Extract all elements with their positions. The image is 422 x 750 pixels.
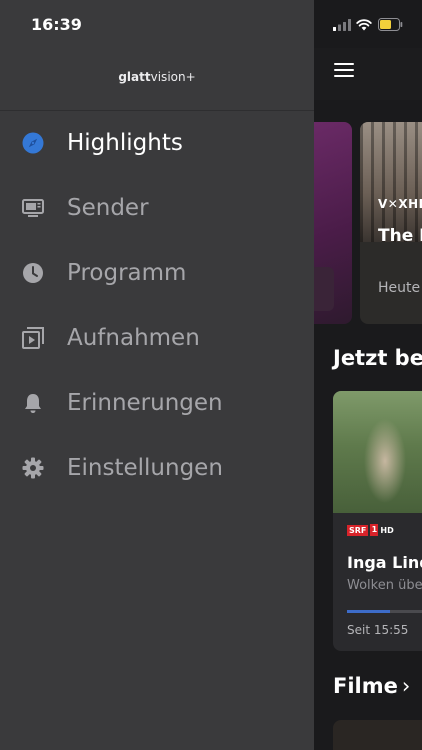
- hero-card-previous-overlay: [314, 267, 334, 311]
- hamburger-menu-icon[interactable]: [334, 63, 354, 79]
- chevron-right-icon: ›: [401, 674, 411, 698]
- progress-bar: [347, 610, 422, 613]
- section-title-films[interactable]: Filme ›: [333, 674, 410, 698]
- now-playing-card[interactable]: SRF 1 HD Inga Lind Wolken übe Seit 15:55: [333, 391, 422, 651]
- app-logo-part: glatt: [118, 70, 151, 84]
- clock-icon: [23, 263, 43, 283]
- channel-logo-part: 1: [370, 524, 379, 536]
- menu-item-label: Aufnahmen: [67, 325, 200, 351]
- channel-logo: V✕XHD: [378, 197, 422, 211]
- menu-item-label: Einstellungen: [67, 455, 223, 481]
- menu-item-erinnerungen[interactable]: Erinnerungen: [0, 375, 314, 431]
- tv-icon: [22, 199, 44, 217]
- now-playing-subtitle: Wolken übe: [347, 578, 422, 593]
- cellular-signal-icon: [333, 19, 351, 31]
- app-logo-part: vision+: [150, 70, 196, 84]
- background-app: V✕XHD The B Heute Jetzt be SRF 1 HD Inga…: [314, 0, 422, 750]
- menu-item-aufnahmen[interactable]: Aufnahmen: [0, 310, 314, 366]
- bell-icon: [25, 394, 41, 413]
- channel-logo-part: SRF: [347, 524, 369, 536]
- compass-icon: [22, 132, 44, 154]
- menu-item-sender[interactable]: Sender: [0, 180, 314, 236]
- progress-bar-fill: [347, 610, 391, 613]
- channel-logo-part: HD: [380, 525, 394, 535]
- menu-item-einstellungen[interactable]: Einstellungen: [0, 440, 314, 496]
- hero-card-time: Heute: [378, 280, 421, 296]
- menu-item-label: Highlights: [67, 130, 183, 156]
- recording-icon: [22, 327, 44, 349]
- now-playing-time: Seit 15:55: [347, 623, 409, 637]
- now-playing-thumbnail: [333, 391, 422, 513]
- gear-icon: [22, 457, 44, 479]
- navigation-drawer: glattvision+ Highlights Sender Programm: [0, 0, 314, 750]
- now-playing-title: Inga Lind: [347, 553, 422, 572]
- hero-card-previous[interactable]: [314, 122, 352, 324]
- menu-item-label: Sender: [67, 195, 149, 221]
- app-header: [314, 48, 422, 100]
- drawer-header: glattvision+: [0, 48, 314, 111]
- menu-item-label: Programm: [67, 260, 187, 286]
- menu-item-highlights[interactable]: Highlights: [0, 115, 314, 171]
- status-bar-time: 16:39: [31, 15, 82, 34]
- section-title-films-label: Filme: [333, 674, 398, 698]
- app-logo: glattvision+: [0, 70, 314, 84]
- status-bar: 16:39: [0, 0, 422, 48]
- menu-item-programm[interactable]: Programm: [0, 245, 314, 301]
- wifi-icon: [356, 19, 372, 31]
- hero-card[interactable]: V✕XHD The B Heute: [360, 122, 422, 324]
- hero-card-image: [360, 122, 422, 242]
- battery-icon: [378, 18, 403, 31]
- channel-logo-srf: SRF 1 HD: [347, 524, 394, 536]
- films-card[interactable]: [333, 720, 422, 750]
- hero-card-title: The B: [378, 226, 422, 246]
- menu-item-label: Erinnerungen: [67, 390, 223, 416]
- section-title-now: Jetzt be: [333, 346, 422, 370]
